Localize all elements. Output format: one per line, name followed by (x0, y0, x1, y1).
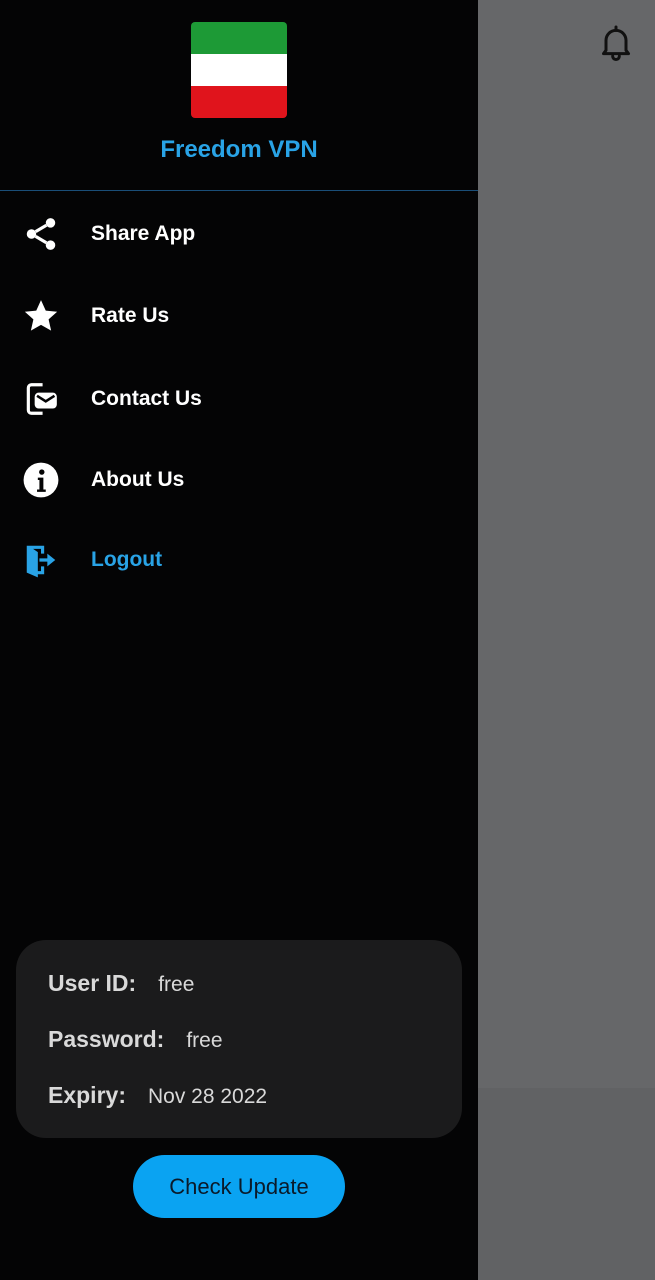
account-info-card: User ID: free Password: free Expiry: Nov… (16, 940, 462, 1138)
user-id-value: free (158, 973, 195, 996)
share-icon (22, 215, 60, 253)
user-id-row: User ID: free (48, 970, 194, 997)
flag-band-bottom (191, 86, 287, 118)
check-update-button[interactable]: Check Update (133, 1155, 345, 1218)
menu-item-about-us[interactable]: About Us (0, 450, 478, 510)
menu-item-logout[interactable]: Logout (0, 530, 478, 590)
bell-icon[interactable] (596, 22, 636, 62)
flag-band-top (191, 22, 287, 54)
menu-item-label: Logout (91, 548, 163, 571)
menu-item-label: About Us (91, 468, 185, 491)
info-icon (22, 461, 60, 499)
menu-item-share-app[interactable]: Share App (0, 204, 478, 264)
logout-icon (22, 541, 60, 579)
drawer-scrim[interactable] (478, 0, 655, 1280)
scrim-lower-region (478, 1088, 655, 1280)
navigation-drawer: Freedom VPN Share App Rate Us Contact Us… (0, 0, 478, 1280)
drawer-header: Freedom VPN (0, 0, 478, 191)
menu-item-rate-us[interactable]: Rate Us (0, 286, 478, 346)
menu-item-label: Rate Us (91, 304, 170, 327)
contact-mail-icon (22, 380, 60, 418)
password-value: free (186, 1029, 223, 1052)
expiry-row: Expiry: Nov 28 2022 (48, 1082, 267, 1109)
menu-item-label: Share App (91, 222, 196, 245)
flag-band-middle (191, 54, 287, 86)
app-name: Freedom VPN (160, 136, 318, 163)
password-row: Password: free (48, 1026, 223, 1053)
flag-logo (191, 22, 287, 118)
password-label: Password: (48, 1026, 165, 1052)
expiry-label: Expiry: (48, 1082, 126, 1108)
star-icon (22, 297, 60, 335)
user-id-label: User ID: (48, 970, 137, 996)
expiry-value: Nov 28 2022 (147, 1085, 268, 1108)
menu-item-label: Contact Us (91, 387, 202, 410)
menu-item-contact-us[interactable]: Contact Us (0, 369, 478, 429)
